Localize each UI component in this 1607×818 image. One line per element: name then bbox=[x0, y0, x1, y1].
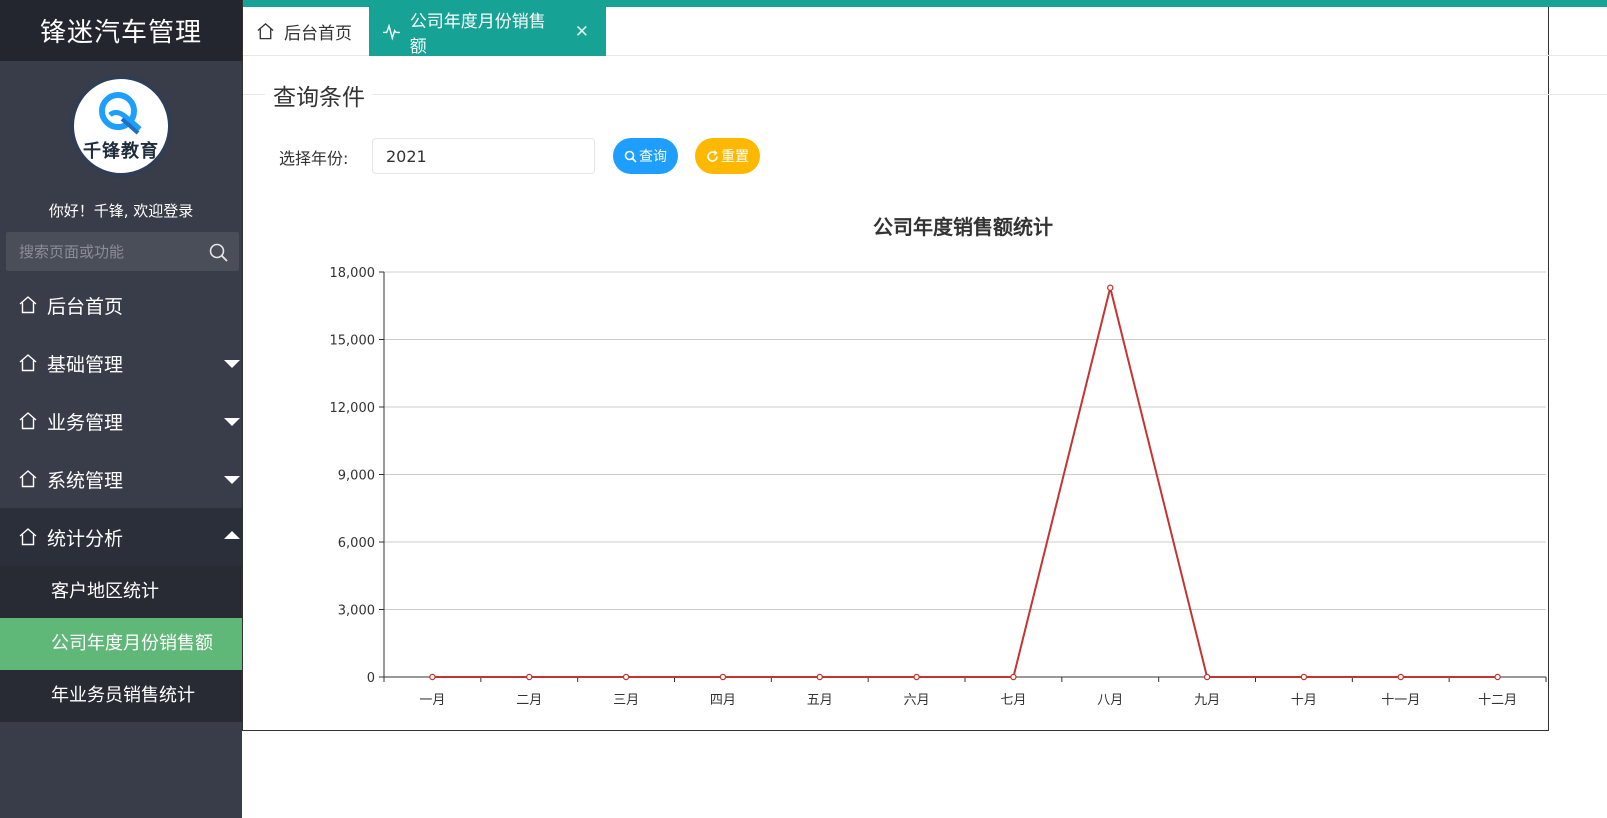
data-point[interactable] bbox=[913, 673, 920, 681]
sidebar-item-basic[interactable]: 基础管理 bbox=[0, 334, 242, 392]
data-point[interactable] bbox=[719, 673, 727, 681]
main-content: 后台首页 公司年度月份销售额 ✕ 查询条件 选择年份: 查询 重置 公司年度销售… bbox=[242, 0, 1607, 731]
x-tick-label: 四月 bbox=[710, 693, 736, 708]
welcome-text: 你好！千锋, 欢迎登录 bbox=[48, 202, 194, 220]
y-tick-label: 9,000 bbox=[338, 469, 375, 484]
x-tick-label: 二月 bbox=[516, 693, 542, 708]
sidebar-search-input[interactable] bbox=[6, 232, 239, 271]
sidebar-item-label: 系统管理 bbox=[47, 469, 124, 492]
series-line bbox=[432, 287, 1498, 678]
y-tick-label: 3,000 bbox=[338, 604, 375, 619]
x-axis: 一月 二月 三月 四月 五月 六月 七月 八月 九月 十月 十一月 十二月 bbox=[383, 676, 1547, 708]
data-point[interactable] bbox=[1107, 284, 1114, 291]
sidebar-item-label: 基础管理 bbox=[47, 353, 124, 376]
sidebar-search bbox=[6, 232, 239, 271]
y-tick-label: 18,000 bbox=[330, 266, 376, 281]
search-icon[interactable] bbox=[209, 243, 229, 263]
y-tick-label: 0 bbox=[367, 671, 375, 686]
data-point[interactable] bbox=[1397, 673, 1405, 681]
x-tick-label: 一月 bbox=[419, 693, 445, 708]
sidebar-subitem-salesman-stats[interactable]: 年业务员销售统计 bbox=[0, 670, 242, 722]
chart-title: 公司年度销售额统计 bbox=[873, 215, 1053, 239]
y-tick-label: 15,000 bbox=[330, 334, 376, 349]
x-tick-label: 十月 bbox=[1291, 693, 1317, 708]
home-icon bbox=[19, 528, 37, 546]
y-tick-label: 6,000 bbox=[338, 536, 375, 551]
chart-grid bbox=[384, 271, 1546, 610]
avatar-text: 千锋教育 bbox=[83, 141, 159, 162]
sidebar-item-business[interactable]: 业务管理 bbox=[0, 392, 242, 450]
x-tick-label: 九月 bbox=[1194, 693, 1220, 708]
data-point[interactable] bbox=[816, 673, 824, 681]
data-point[interactable] bbox=[1300, 673, 1308, 681]
logo-icon bbox=[99, 92, 142, 135]
avatar-container: 千锋教育 bbox=[0, 61, 242, 191]
home-icon bbox=[19, 412, 37, 430]
sidebar-item-home[interactable]: 后台首页 bbox=[0, 276, 242, 334]
data-point[interactable] bbox=[1203, 673, 1211, 681]
x-tick-label: 十一月 bbox=[1381, 693, 1420, 708]
sales-line-chart: 公司年度销售额统计 0 3,000 6,000 9,000 12,000 15,000 18… bbox=[330, 215, 1547, 708]
x-tick-label: 八月 bbox=[1097, 693, 1123, 708]
data-point[interactable] bbox=[1010, 673, 1017, 681]
x-tick-label: 三月 bbox=[613, 693, 639, 708]
chevron-down-icon bbox=[224, 418, 240, 426]
y-tick-label: 12,000 bbox=[330, 401, 376, 416]
sidebar-subitem-monthly-sales[interactable]: 公司年度月份销售额 bbox=[0, 618, 242, 670]
sidebar-item-statistics[interactable]: 统计分析 bbox=[0, 508, 242, 566]
home-icon bbox=[19, 296, 37, 314]
chevron-down-icon bbox=[224, 476, 240, 484]
x-tick-label: 五月 bbox=[807, 693, 833, 708]
data-points bbox=[429, 284, 1501, 681]
x-tick-label: 六月 bbox=[904, 693, 930, 708]
x-tick-label: 十二月 bbox=[1478, 693, 1517, 708]
sidebar-item-label: 业务管理 bbox=[47, 411, 124, 434]
data-point[interactable] bbox=[525, 673, 533, 681]
home-icon bbox=[19, 470, 37, 488]
avatar[interactable]: 千锋教育 bbox=[70, 75, 172, 177]
sidebar-item-label: 统计分析 bbox=[47, 527, 124, 550]
x-tick-label: 七月 bbox=[1000, 693, 1026, 708]
data-point[interactable] bbox=[622, 673, 630, 681]
home-icon bbox=[19, 354, 37, 372]
chevron-up-icon bbox=[224, 531, 240, 539]
sidebar-subnav: 客户地区统计 公司年度月份销售额 年业务员销售统计 bbox=[0, 566, 242, 722]
sidebar-subitem-region-stats[interactable]: 客户地区统计 bbox=[0, 566, 242, 618]
app-title: 锋迷汽车管理 bbox=[0, 0, 242, 61]
sidebar: 锋迷汽车管理 千锋教育 你好！千锋, 欢迎登录 后台首页 基础管理 bbox=[0, 0, 242, 818]
data-point[interactable] bbox=[429, 673, 436, 681]
data-point[interactable] bbox=[1494, 673, 1501, 681]
sidebar-item-system[interactable]: 系统管理 bbox=[0, 450, 242, 508]
sidebar-nav: 后台首页 基础管理 业务管理 系统管理 统计分析 客户地区统计 公司年度月份销售… bbox=[0, 276, 242, 722]
sidebar-item-label: 后台首页 bbox=[47, 295, 124, 318]
chevron-down-icon bbox=[224, 360, 240, 368]
y-axis: 0 3,000 6,000 9,000 12,000 15,000 18,000 bbox=[330, 266, 385, 686]
